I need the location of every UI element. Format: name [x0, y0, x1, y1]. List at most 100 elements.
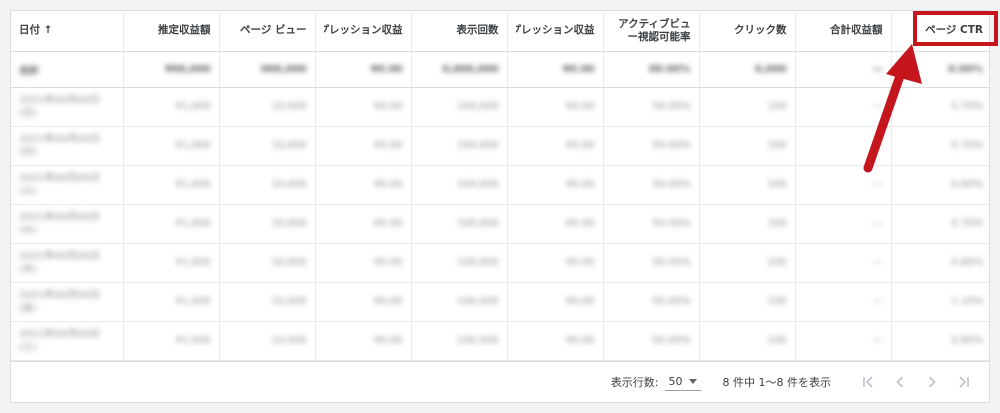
table-cell-total_revenue: —	[795, 87, 892, 127]
table-cell-page_ctr: 0.80%	[891, 321, 989, 361]
column-header-impression-revenue-2[interactable]: ンプレッション収益	[507, 11, 604, 52]
rows-per-page-label: 表示行数:	[610, 376, 659, 389]
table-cell-impressions: 100,000	[411, 165, 508, 205]
cell-value: ¥0.00	[373, 296, 403, 307]
cell-value: ¥0.00	[565, 335, 595, 346]
cell-value: 100,000	[457, 101, 499, 112]
table-cell-clicks: 100	[699, 165, 796, 205]
column-header-estimated-revenue[interactable]: 推定収益額	[123, 11, 220, 52]
table-cell-page_views: 10,000	[219, 243, 316, 283]
column-header-impressions[interactable]: 表示回数	[411, 11, 508, 52]
table-row: 2021年00月00日(金) ¥1,000 10,000 ¥0.00 100,000 ¥0…	[11, 282, 989, 322]
table-cell-total_revenue: —	[795, 282, 892, 322]
cell-value: ¥0.00	[373, 101, 403, 112]
cell-value: ¥0.00	[370, 63, 403, 75]
last-page-button[interactable]	[953, 371, 975, 393]
table-cell-impressions: 100,000	[411, 87, 508, 127]
first-page-button[interactable]	[857, 371, 879, 393]
table-cell-total_revenue: —	[795, 243, 892, 283]
table-body: 合計 ¥00,000 000,000 ¥0.00 0,000,000 ¥0.00 00.00…	[11, 51, 989, 361]
table-cell-page_ctr: 0.70%	[891, 204, 989, 244]
table-cell-impression_rev_2: ¥0.00	[507, 165, 604, 205]
table-cell-page_views: 10,000	[219, 126, 316, 166]
table-row: 2021年00月00日(木) ¥1,000 10,000 ¥0.00 100,000 ¥0…	[11, 243, 989, 283]
table-cell-impression_rev_1: ¥0.00	[315, 243, 412, 283]
cell-value: —	[872, 257, 883, 268]
cell-value: 0.80%	[951, 257, 983, 268]
table-cell-est_revenue: ¥1,000	[123, 204, 220, 244]
table-cell-date: 2021年00月00日(日)	[11, 87, 124, 127]
column-header-page-ctr[interactable]: ページ CTR	[891, 11, 989, 52]
cell-value: 10,000	[271, 101, 307, 112]
rows-per-page-value: 50	[668, 375, 683, 388]
next-page-button[interactable]	[921, 371, 943, 393]
cell-value: 100,000	[457, 257, 499, 268]
table-cell-page_views: 10,000	[219, 282, 316, 322]
table-cell-page_ctr: 1.10%	[891, 282, 989, 322]
report-table-card: 日付 ↑ 推定収益額 ページ ビュー ンプレッション収益 表示回数 ンプレッショ…	[10, 10, 990, 403]
cell-value: 2021年00月00日(月)	[19, 133, 100, 158]
cell-value: ¥1,000	[175, 296, 211, 307]
cell-value: 100	[767, 335, 787, 346]
table-cell-date: 2021年00月00日(土)	[11, 321, 124, 361]
cell-value: 10,000	[271, 335, 307, 346]
cell-value: ¥0.00	[373, 179, 403, 190]
table-cell-date: 2021年00月00日(月)	[11, 126, 124, 166]
previous-page-icon	[896, 376, 904, 388]
cell-value: ¥0.00	[565, 257, 595, 268]
table-cell-clicks: 100	[699, 126, 796, 166]
cell-value: ¥00,000	[164, 63, 211, 75]
column-header-impression-revenue[interactable]: ンプレッション収益	[315, 11, 412, 52]
cell-value: —	[872, 140, 883, 151]
table-cell-impression_rev_1: ¥0.00	[315, 126, 412, 166]
table-cell-impression_rev_2: ¥0.00	[507, 321, 604, 361]
table-cell-est_revenue: ¥00,000	[123, 51, 220, 88]
cell-value: 100,000	[457, 218, 499, 229]
cell-value: 0.70%	[951, 101, 983, 112]
table-cell-page_ctr: 0.70%	[891, 126, 989, 166]
cell-value: 000,000	[260, 63, 307, 75]
table-cell-impression_rev_2: ¥0.00	[507, 204, 604, 244]
table-cell-impressions: 100,000	[411, 204, 508, 244]
table-row: 2021年00月00日(日) ¥1,000 10,000 ¥0.00 100,000 ¥0…	[11, 87, 989, 127]
table-cell-impressions: 100,000	[411, 126, 508, 166]
cell-value: 0.70%	[951, 140, 983, 151]
table-cell-impression_rev_2: ¥0.00	[507, 126, 604, 166]
table-cell-date: 2021年00月00日(水)	[11, 204, 124, 244]
table-cell-date: 2021年00月00日(金)	[11, 282, 124, 322]
pagination-controls	[857, 371, 975, 393]
cell-value: 50.00%	[652, 218, 691, 229]
table-cell-est_revenue: ¥1,000	[123, 165, 220, 205]
rows-per-page-select[interactable]: 50	[664, 373, 701, 391]
column-header-clicks[interactable]: クリック数	[699, 11, 796, 52]
table-header-row: 日付 ↑ 推定収益額 ページ ビュー ンプレッション収益 表示回数 ンプレッショ…	[11, 11, 989, 52]
previous-page-button[interactable]	[889, 371, 911, 393]
table-cell-impressions: 100,000	[411, 321, 508, 361]
cell-value: 100,000	[457, 296, 499, 307]
table-cell-page_views: 10,000	[219, 165, 316, 205]
cell-value: ¥0.00	[373, 140, 403, 151]
cell-value: ¥1,000	[175, 101, 211, 112]
last-page-icon	[959, 376, 969, 388]
cell-value: 0.70%	[951, 218, 983, 229]
column-header-page-views[interactable]: ページ ビュー	[219, 11, 316, 52]
cell-value: ¥1,000	[175, 335, 211, 346]
cell-value: 50.00%	[652, 179, 691, 190]
table-cell-impression_rev_2: ¥0.00	[507, 87, 604, 127]
cell-value: ¥0.00	[565, 179, 595, 190]
table-cell-active_view: 50.00%	[603, 204, 700, 244]
column-header-active-view[interactable]: アクティブビュー視認可能率	[603, 11, 700, 52]
table-cell-est_revenue: ¥1,000	[123, 321, 220, 361]
table-cell-est_revenue: ¥1,000	[123, 126, 220, 166]
cell-value: ¥0.00	[565, 101, 595, 112]
cell-value: 1.10%	[951, 296, 983, 307]
cell-value: 100	[767, 218, 787, 229]
cell-value: 50.00%	[652, 101, 691, 112]
cell-value: 100	[767, 257, 787, 268]
table-footer: 表示行数: 50 8 件中 1〜8 件を表示	[11, 361, 989, 402]
table-cell-impression_rev_1: ¥0.00	[315, 204, 412, 244]
table-cell-total_revenue: —	[795, 126, 892, 166]
table-cell-date: 合計	[11, 51, 124, 88]
column-header-total-revenue[interactable]: 合計収益額	[795, 11, 892, 52]
column-header-date[interactable]: 日付 ↑	[11, 11, 124, 52]
